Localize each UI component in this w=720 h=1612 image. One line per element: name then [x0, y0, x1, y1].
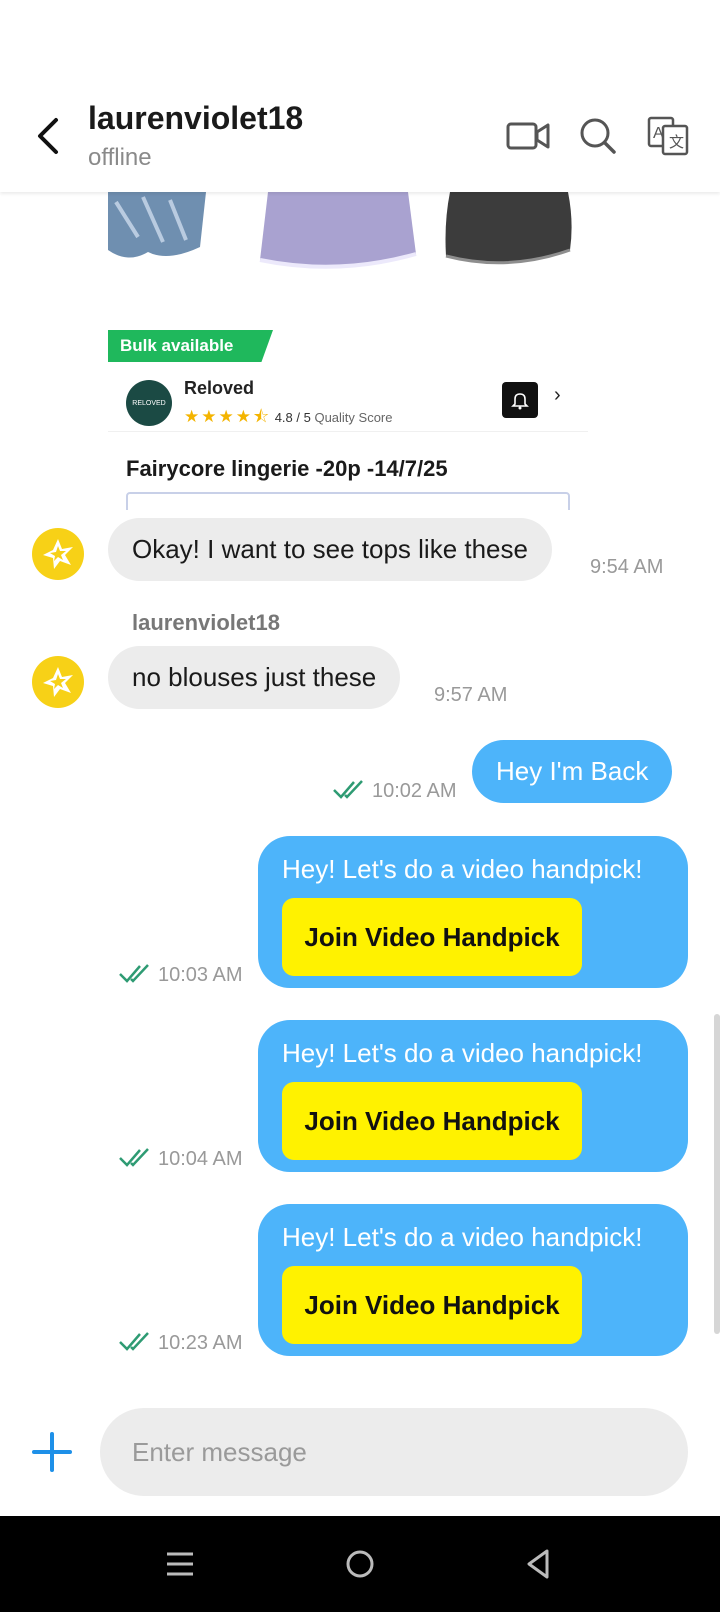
back-nav-icon[interactable] [514, 1540, 562, 1588]
promo-strip [126, 492, 570, 510]
avatar[interactable] [32, 528, 84, 580]
product-title: Fairycore lingerie -20p -14/7/25 [126, 456, 448, 481]
back-arrow-icon[interactable] [28, 112, 68, 160]
garment-image-lavender [259, 192, 417, 269]
system-nav-bar [0, 1516, 720, 1612]
seller-logo: RELOVED [126, 380, 172, 426]
message-input[interactable] [100, 1408, 688, 1496]
chevron-right-icon: › [554, 384, 561, 406]
message-timestamp: 10:23 AM [158, 1332, 243, 1354]
rating-stars-icon: ★★★★⯪ [184, 407, 272, 426]
message-timestamp: 9:57 AM [434, 684, 508, 706]
video-handpick-message: Hey! Let's do a video handpick! Join Vid… [258, 836, 688, 988]
contact-status: offline [88, 144, 152, 171]
seller-logo-text: RELOVED [132, 399, 166, 407]
join-video-handpick-button[interactable]: Join Video Handpick [282, 1082, 582, 1160]
avatar[interactable] [32, 656, 84, 708]
svg-text:A: A [653, 125, 664, 142]
join-video-handpick-button[interactable]: Join Video Handpick [282, 898, 582, 976]
read-checkmark-icon [119, 1148, 149, 1167]
outgoing-message: Hey I'm Back [472, 740, 673, 803]
add-attachment-button[interactable] [30, 1430, 74, 1474]
handpick-text: Hey! Let's do a video handpick! [282, 1038, 643, 1068]
sender-name: laurenviolet18 [132, 610, 280, 635]
chat-screen: laurenviolet18 offline A文 Bulk available [0, 0, 720, 1612]
rating-label: Quality Score [314, 410, 393, 425]
incoming-message: Okay! I want to see tops like these [108, 518, 552, 581]
message-timestamp: 10:04 AM [158, 1148, 243, 1170]
seller-name: Reloved [184, 378, 255, 398]
translate-icon[interactable]: A文 [644, 112, 692, 160]
product-preview-card[interactable]: Bulk available RELOVED Reloved ★★★★⯪ 4.8… [108, 192, 588, 510]
handpick-text: Hey! Let's do a video handpick! [282, 1222, 643, 1252]
contact-name[interactable]: laurenviolet18 [88, 100, 303, 137]
handpick-text: Hey! Let's do a video handpick! [282, 854, 643, 884]
svg-text:文: 文 [669, 134, 684, 151]
video-handpick-message: Hey! Let's do a video handpick! Join Vid… [258, 1204, 688, 1356]
message-timestamp: 10:02 AM [372, 780, 457, 802]
plus-icon [32, 1432, 72, 1472]
menu-icon[interactable] [156, 1540, 204, 1588]
read-checkmark-icon [119, 964, 149, 983]
scrollbar[interactable] [714, 1014, 720, 1334]
home-icon[interactable] [336, 1540, 384, 1588]
seller-rating: ★★★★⯪ 4.8 / 5 Quality Score [184, 404, 393, 433]
video-handpick-message: Hey! Let's do a video handpick! Join Vid… [258, 1020, 688, 1172]
garment-image-black [445, 192, 572, 265]
garment-image-blue [108, 192, 206, 258]
read-checkmark-icon [119, 1332, 149, 1351]
message-timestamp: 10:03 AM [158, 964, 243, 986]
read-checkmark-icon [333, 780, 363, 799]
incoming-message: no blouses just these [108, 646, 401, 709]
bulk-available-tag: Bulk available [108, 330, 273, 362]
video-call-icon[interactable] [504, 112, 552, 160]
join-video-handpick-button[interactable]: Join Video Handpick [282, 1266, 582, 1344]
rating-value: 4.8 / 5 [274, 410, 311, 425]
search-icon[interactable] [574, 112, 622, 160]
seller-row: RELOVED Reloved ★★★★⯪ 4.8 / 5 Quality Sc… [108, 364, 588, 432]
bell-icon [502, 382, 538, 418]
message-timestamp: 9:54 AM [590, 556, 664, 578]
chat-header: laurenviolet18 offline A文 [0, 0, 720, 192]
